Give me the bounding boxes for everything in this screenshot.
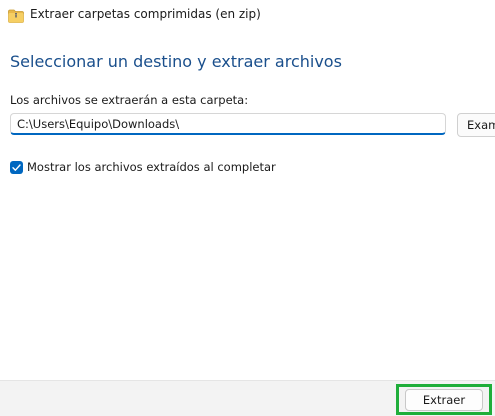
zip-folder-icon — [8, 8, 24, 23]
destination-path-input[interactable] — [10, 113, 446, 135]
checkmark-icon — [12, 164, 21, 171]
extract-zip-dialog: Extraer carpetas comprimidas (en zip) Se… — [0, 0, 495, 416]
page-heading: Seleccionar un destino y extraer archivo… — [10, 52, 342, 71]
show-extracted-files-checkbox[interactable] — [10, 161, 23, 174]
extract-button[interactable]: Extraer — [405, 389, 483, 411]
destination-label: Los archivos se extraerán a esta carpeta… — [10, 93, 249, 107]
show-extracted-files-label: Mostrar los archivos extraídos al comple… — [27, 160, 276, 174]
window-title: Extraer carpetas comprimidas (en zip) — [30, 7, 261, 21]
browse-button[interactable]: Examinar... — [457, 113, 495, 137]
title-bar: Extraer carpetas comprimidas (en zip) — [0, 0, 495, 30]
